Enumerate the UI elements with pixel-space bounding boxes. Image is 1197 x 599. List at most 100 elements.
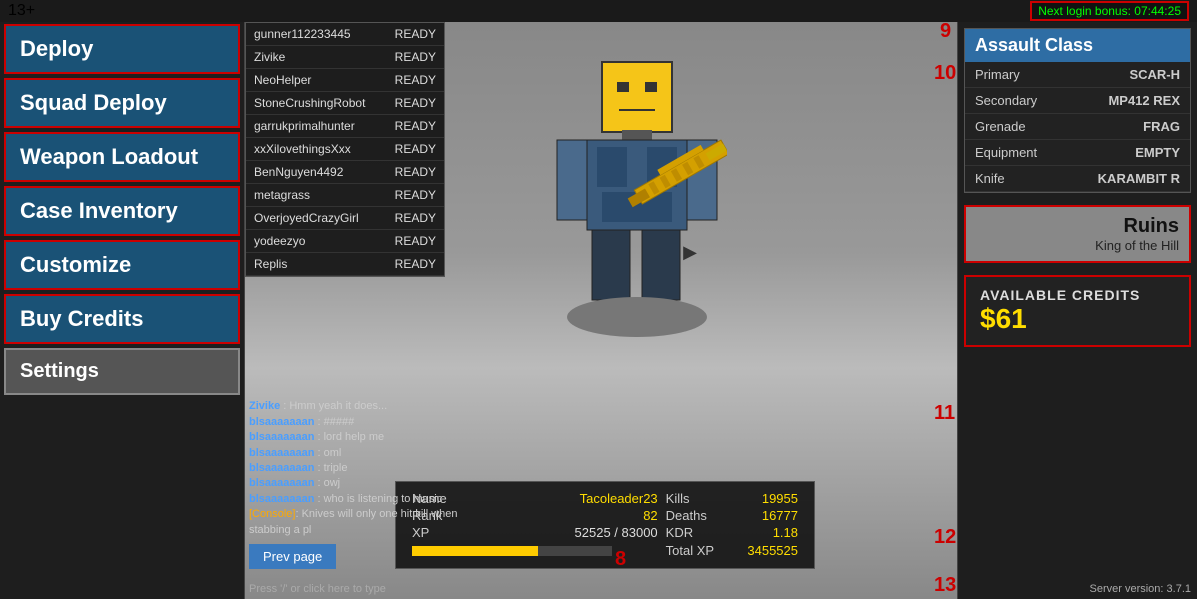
map-name: Ruins xyxy=(976,215,1179,238)
chat-line: blsaaaaaaan : lord help me xyxy=(249,430,484,445)
player-row: Replis READY xyxy=(246,253,444,276)
player-status: READY xyxy=(395,234,436,248)
annotation-8: 8 xyxy=(615,548,626,571)
player-row: gunner112233445 READY xyxy=(246,23,444,46)
player-list: gunner112233445 READY Zivike READY NeoHelper… xyxy=(245,22,445,277)
loadout-label: Grenade xyxy=(975,119,1026,134)
xp-value: 52525 / 83000 xyxy=(489,524,662,541)
player-name: OverjoyedCrazyGirl xyxy=(254,211,359,225)
annotation-12: 12 xyxy=(934,526,956,549)
player-name: xxXilovethingsXxx xyxy=(254,142,351,156)
loadout-value: FRAG xyxy=(1143,119,1180,134)
loadout-label: Secondary xyxy=(975,93,1037,108)
cursor: ▶ xyxy=(683,242,697,263)
annotation-10: 10 xyxy=(934,62,956,85)
player-name: metagrass xyxy=(254,188,310,202)
total-xp-value: 3455525 xyxy=(730,541,802,560)
player-name: StoneCrushingRobot xyxy=(254,96,365,110)
chat-area: Zivike : Hmm yeah it does...blsaaaaaaan … xyxy=(249,399,484,569)
sidebar-item-customize[interactable]: Customize xyxy=(4,240,240,290)
loadout-label: Primary xyxy=(975,67,1020,82)
name-value: Tacoleader23 xyxy=(489,490,662,507)
sidebar-item-deploy[interactable]: Deploy xyxy=(4,24,240,74)
kills-label: Kills xyxy=(662,490,731,507)
annotation-11: 11 xyxy=(934,402,955,425)
player-name: yodeezyo xyxy=(254,234,305,248)
player-name: garrukprimalhunter xyxy=(254,119,355,133)
player-status: READY xyxy=(395,142,436,156)
map-mode: King of the Hill xyxy=(976,238,1179,253)
sidebar-item-buy-credits[interactable]: Buy Credits xyxy=(4,294,240,344)
top-bar: 13+ Next login bonus: 07:44:25 xyxy=(0,0,1197,22)
credits-value: $61 xyxy=(980,303,1175,335)
map-info: Ruins King of the Hill xyxy=(964,205,1191,263)
chat-line: blsaaaaaaan : ##### xyxy=(249,415,484,430)
center-area: ▶ Name Tacoleader23 Kills 19955 Rank 82 … xyxy=(245,22,957,599)
credits-panel: AVAILABLE CREDITS $61 xyxy=(964,275,1191,347)
player-status: READY xyxy=(395,211,436,225)
class-header: Assault Class xyxy=(965,29,1190,62)
player-row: StoneCrushingRobot READY xyxy=(246,92,444,115)
annotation-9: 9 xyxy=(940,20,951,43)
player-status: READY xyxy=(395,96,436,110)
class-panel: Assault Class Primary SCAR-H Secondary MP41… xyxy=(964,28,1191,193)
player-status: READY xyxy=(395,188,436,202)
age-rating: 13+ xyxy=(8,2,35,20)
player-name: NeoHelper xyxy=(254,73,311,87)
sidebar: 1Deploy2Squad Deploy3Weapon Loadout4Case… xyxy=(0,22,245,599)
loadout-row-equipment: Equipment EMPTY xyxy=(965,140,1190,166)
deaths-label: Deaths xyxy=(662,507,731,524)
player-name: Zivike xyxy=(254,50,285,64)
loadout-value: EMPTY xyxy=(1135,145,1180,160)
main-area: 1Deploy2Squad Deploy3Weapon Loadout4Case… xyxy=(0,22,1197,599)
loadout-row-primary: Primary SCAR-H xyxy=(965,62,1190,88)
loadout-rows: Primary SCAR-H Secondary MP412 REX Grenade FR… xyxy=(965,62,1190,192)
player-status: READY xyxy=(395,119,436,133)
player-status: READY xyxy=(395,257,436,271)
player-status: READY xyxy=(395,165,436,179)
sidebar-item-squad-deploy[interactable]: Squad Deploy xyxy=(4,78,240,128)
sidebar-item-weapon-loadout[interactable]: Weapon Loadout xyxy=(4,132,240,182)
kills-value: 19955 xyxy=(730,490,802,507)
character-preview xyxy=(547,52,727,332)
player-name: BenNguyen4492 xyxy=(254,165,343,179)
player-name: gunner112233445 xyxy=(254,27,351,41)
chat-line: [Console]: Knives will only one hit kill… xyxy=(249,507,484,538)
right-panel: 9 Assault Class PrimarySCAR-HSecondaryMP… xyxy=(957,22,1197,599)
sidebar-item-settings[interactable]: Settings xyxy=(4,348,240,395)
player-name: Replis xyxy=(254,257,287,271)
loadout-row-secondary: Secondary MP412 REX xyxy=(965,88,1190,114)
player-status: READY xyxy=(395,27,436,41)
loadout-value: KARAMBIT R xyxy=(1098,171,1180,186)
chat-input-hint[interactable]: Press '/' or click here to type xyxy=(249,583,386,595)
sidebar-item-case-inventory[interactable]: Case Inventory xyxy=(4,186,240,236)
server-version: Server version: 3.7.1 xyxy=(1090,583,1192,595)
loadout-value: MP412 REX xyxy=(1108,93,1180,108)
player-status: READY xyxy=(395,73,436,87)
kdr-value: 1.18 xyxy=(730,524,802,541)
loadout-label: Equipment xyxy=(975,145,1037,160)
player-row: xxXilovethingsXxx READY xyxy=(246,138,444,161)
chat-line: blsaaaaaaan : who is listening to music xyxy=(249,492,484,507)
prev-page-button[interactable]: Prev page xyxy=(249,544,336,569)
player-row: BenNguyen4492 READY xyxy=(246,161,444,184)
player-row: yodeezyo READY xyxy=(246,230,444,253)
player-status: READY xyxy=(395,50,436,64)
loadout-value: SCAR-H xyxy=(1129,67,1180,82)
rank-value: 82 xyxy=(489,507,662,524)
total-xp-label: Total XP xyxy=(662,541,731,560)
annotation-13: 13 xyxy=(934,574,956,597)
loadout-row-knife: KnifeKARAMBIT R xyxy=(965,166,1190,192)
deaths-value: 16777 xyxy=(730,507,802,524)
kdr-label: KDR xyxy=(662,524,731,541)
chat-line: Zivike : Hmm yeah it does... xyxy=(249,399,484,414)
player-row: garrukprimalhunter READY xyxy=(246,115,444,138)
loadout-row-grenade: Grenade FRAG xyxy=(965,114,1190,140)
chat-line: blsaaaaaaan : triple xyxy=(249,461,484,476)
player-row: Zivike READY xyxy=(246,46,444,69)
credits-label: AVAILABLE CREDITS xyxy=(980,287,1175,303)
login-bonus: Next login bonus: 07:44:25 xyxy=(1030,1,1189,21)
player-row: OverjoyedCrazyGirl READY xyxy=(246,207,444,230)
chat-line: blsaaaaaaan : owj xyxy=(249,476,484,491)
player-row: metagrass READY xyxy=(246,184,444,207)
